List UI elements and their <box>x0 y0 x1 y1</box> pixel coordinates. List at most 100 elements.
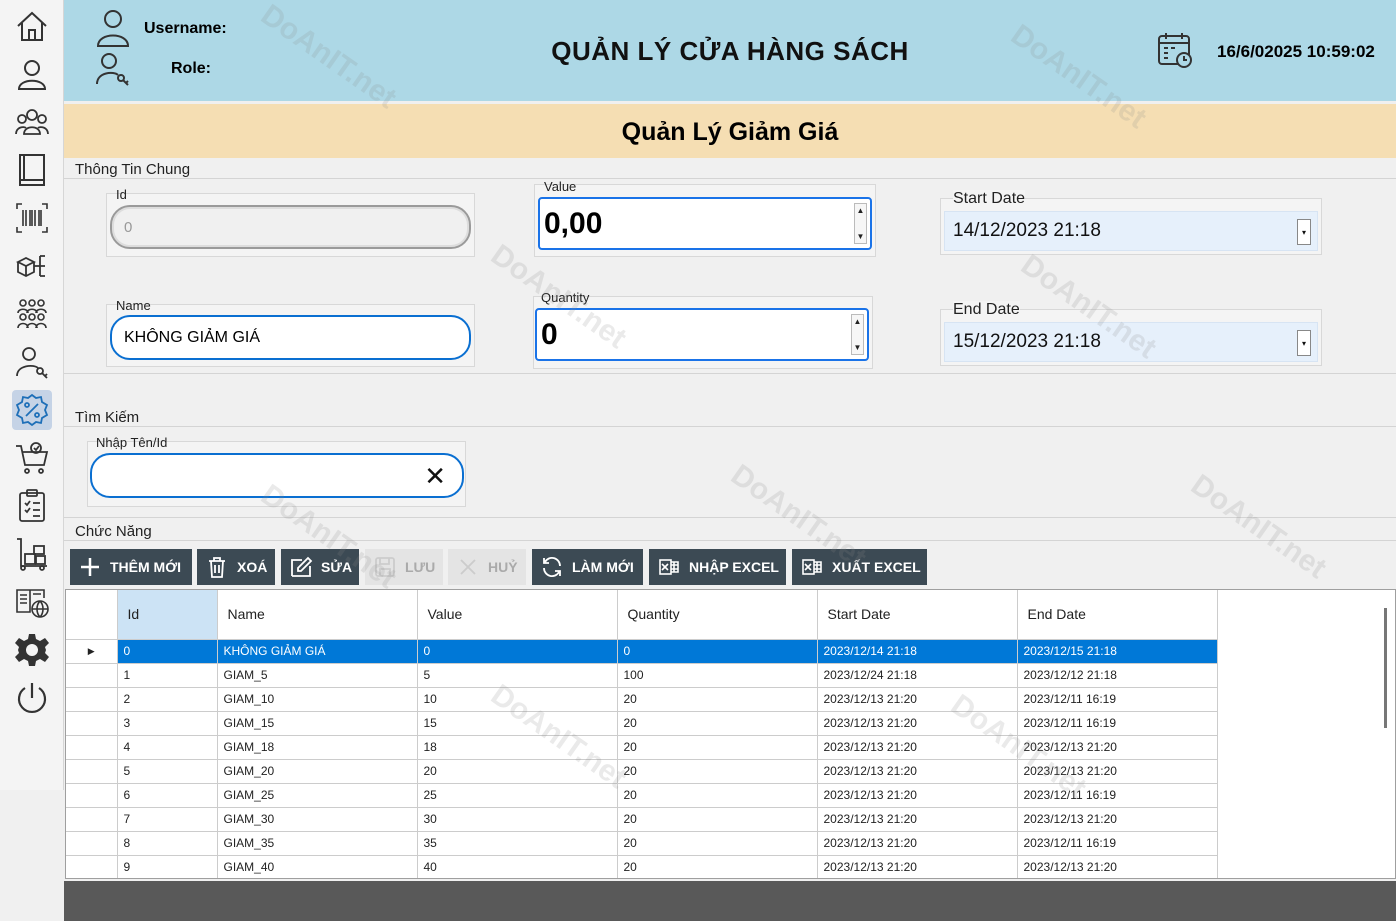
category-icon[interactable] <box>12 246 52 286</box>
column-header-id[interactable]: Id <box>117 590 218 640</box>
value-numeric-input[interactable]: 0,00 ▲ ▼ <box>538 197 872 250</box>
row-header[interactable] <box>66 759 118 784</box>
column-header-end-date[interactable]: End Date <box>1017 590 1218 640</box>
table-cell[interactable]: 30 <box>417 807 618 832</box>
table-cell[interactable]: 2023/12/11 16:19 <box>1017 831 1218 856</box>
table-cell[interactable]: 2023/12/11 16:19 <box>1017 687 1218 712</box>
row-header[interactable] <box>66 807 118 832</box>
table-cell[interactable]: 2023/12/13 21:20 <box>1017 735 1218 760</box>
table-cell[interactable]: 2 <box>117 687 218 712</box>
table-cell[interactable]: KHÔNG GIẢM GIÁ <box>217 639 418 664</box>
table-cell[interactable]: 0 <box>617 639 818 664</box>
table-cell[interactable]: GIAM_40 <box>217 855 418 878</box>
column-header-value[interactable]: Value <box>417 590 618 640</box>
table-cell[interactable]: 2023/12/13 21:20 <box>817 807 1018 832</box>
catalog-icon[interactable] <box>12 582 52 622</box>
table-cell[interactable]: 20 <box>617 855 818 878</box>
table-cell[interactable]: 2023/12/13 21:20 <box>1017 855 1218 878</box>
spin-up-icon[interactable]: ▲ <box>857 206 865 215</box>
column-header-quantity[interactable]: Quantity <box>617 590 818 640</box>
close-icon[interactable]: ✕ <box>424 463 446 489</box>
table-row[interactable]: 5 GIAM_20 20 20 2023/12/13 21:20 2023/12/13 2… <box>66 759 1218 784</box>
table-cell[interactable]: 2023/12/13 21:20 <box>817 687 1018 712</box>
table-cell[interactable]: 2023/12/14 21:18 <box>817 639 1018 664</box>
table-cell[interactable]: 20 <box>617 783 818 808</box>
delete-button[interactable]: XOÁ <box>197 549 275 585</box>
table-cell[interactable]: 5 <box>117 759 218 784</box>
table-cell[interactable]: GIAM_35 <box>217 831 418 856</box>
user-key-icon[interactable] <box>12 342 52 382</box>
discount-table[interactable]: Id Name Value Quantity Start Date End Da… <box>65 589 1396 879</box>
user-icon[interactable] <box>12 54 52 94</box>
row-header[interactable] <box>66 735 118 760</box>
spin-down-icon[interactable]: ▼ <box>854 343 862 352</box>
row-header[interactable] <box>66 831 118 856</box>
inventory-icon[interactable] <box>12 534 52 574</box>
table-cell[interactable]: 35 <box>417 831 618 856</box>
clipboard-icon[interactable] <box>12 486 52 526</box>
table-cell[interactable]: 2023/12/13 21:20 <box>817 735 1018 760</box>
table-cell[interactable]: 2023/12/11 16:19 <box>1017 711 1218 736</box>
table-cell[interactable]: 100 <box>617 663 818 688</box>
quantity-numeric-input[interactable]: 0 ▲ ▼ <box>535 308 869 361</box>
table-cell[interactable]: 20 <box>617 807 818 832</box>
table-row[interactable]: 8 GIAM_35 35 20 2023/12/13 21:20 2023/12/11 1… <box>66 831 1218 856</box>
table-cell[interactable]: 18 <box>417 735 618 760</box>
table-cell[interactable]: 2023/12/13 21:20 <box>817 711 1018 736</box>
table-row[interactable]: ▶ 0 KHÔNG GIẢM GIÁ 0 0 2023/12/14 21:18 2023/1… <box>66 639 1218 664</box>
table-cell[interactable]: 5 <box>417 663 618 688</box>
row-header[interactable] <box>66 855 118 878</box>
vertical-scrollbar[interactable] <box>1378 590 1395 878</box>
row-header[interactable] <box>66 783 118 808</box>
table-cell[interactable]: 2023/12/15 21:18 <box>1017 639 1218 664</box>
table-cell[interactable]: 2023/12/13 21:20 <box>817 831 1018 856</box>
table-cell[interactable]: GIAM_5 <box>217 663 418 688</box>
table-cell[interactable]: 2023/12/13 21:20 <box>817 759 1018 784</box>
cancel-button[interactable]: HUỶ <box>448 549 526 585</box>
start-date-picker[interactable]: 14/12/2023 21:18 ▾ <box>944 211 1318 251</box>
table-cell[interactable]: GIAM_10 <box>217 687 418 712</box>
export-excel-button[interactable]: XUẤT EXCEL <box>792 549 927 585</box>
search-input[interactable]: ✕ <box>90 453 464 498</box>
power-icon[interactable] <box>12 678 52 718</box>
table-cell[interactable]: 9 <box>117 855 218 878</box>
table-cell[interactable]: GIAM_30 <box>217 807 418 832</box>
table-cell[interactable]: 6 <box>117 783 218 808</box>
table-cell[interactable]: 10 <box>417 687 618 712</box>
users-group-icon[interactable] <box>12 102 52 142</box>
import-excel-button[interactable]: NHẬP EXCEL <box>649 549 786 585</box>
cart-icon[interactable] <box>12 438 52 478</box>
value-spinner[interactable]: ▲ ▼ <box>854 203 867 244</box>
table-cell[interactable]: 2023/12/13 21:20 <box>817 855 1018 878</box>
table-cell[interactable]: 2023/12/24 21:18 <box>817 663 1018 688</box>
table-cell[interactable]: 2023/12/13 21:20 <box>1017 807 1218 832</box>
settings-icon[interactable] <box>12 630 52 670</box>
table-cell[interactable]: 4 <box>117 735 218 760</box>
end-date-picker[interactable]: 15/12/2023 21:18 ▾ <box>944 322 1318 362</box>
save-button[interactable]: LƯU <box>365 549 443 585</box>
table-row[interactable]: 3 GIAM_15 15 20 2023/12/13 21:20 2023/12/11 1… <box>66 711 1218 736</box>
add-button[interactable]: THÊM MỚI <box>70 549 192 585</box>
table-cell[interactable]: GIAM_25 <box>217 783 418 808</box>
table-row[interactable]: 7 GIAM_30 30 20 2023/12/13 21:20 2023/12/13 2… <box>66 807 1218 832</box>
edit-button[interactable]: SỬA <box>281 549 359 585</box>
row-header[interactable] <box>66 711 118 736</box>
table-cell[interactable]: 0 <box>117 639 218 664</box>
quantity-spinner[interactable]: ▲ ▼ <box>851 314 864 355</box>
table-cell[interactable]: GIAM_20 <box>217 759 418 784</box>
name-input[interactable]: KHÔNG GIẢM GIÁ <box>110 315 471 360</box>
customers-icon[interactable] <box>12 294 52 334</box>
table-cell[interactable]: 20 <box>417 759 618 784</box>
table-cell[interactable]: 20 <box>617 759 818 784</box>
column-header-name[interactable]: Name <box>217 590 418 640</box>
table-cell[interactable]: 20 <box>617 735 818 760</box>
table-row[interactable]: 9 GIAM_40 40 20 2023/12/13 21:20 2023/12/13 2… <box>66 855 1218 878</box>
table-cell[interactable]: 2023/12/12 21:18 <box>1017 663 1218 688</box>
table-cell[interactable]: 8 <box>117 831 218 856</box>
barcode-icon[interactable] <box>12 198 52 238</box>
spin-up-icon[interactable]: ▲ <box>854 317 862 326</box>
table-cell[interactable]: 2023/12/13 21:20 <box>1017 759 1218 784</box>
table-row[interactable]: 6 GIAM_25 25 20 2023/12/13 21:20 2023/12/11 1… <box>66 783 1218 808</box>
table-row[interactable]: 2 GIAM_10 10 20 2023/12/13 21:20 2023/12/11 1… <box>66 687 1218 712</box>
table-cell[interactable]: 1 <box>117 663 218 688</box>
